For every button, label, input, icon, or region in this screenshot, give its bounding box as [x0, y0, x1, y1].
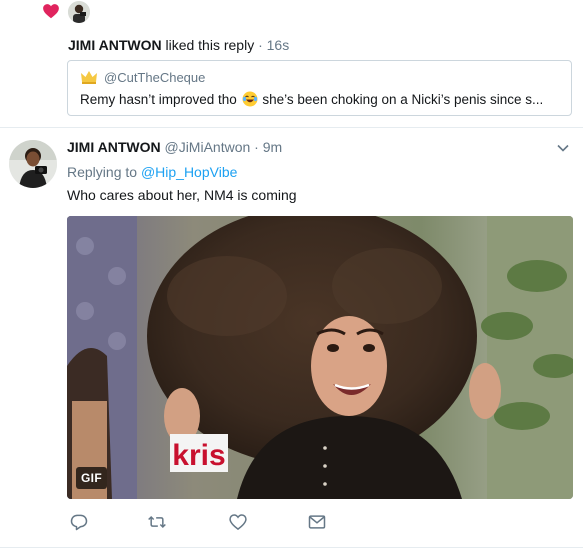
envelope-icon[interactable]	[307, 512, 327, 532]
tweet-header: JIMI ANTWON @JiMiAntwon · 9m	[67, 139, 282, 155]
tweet-time[interactable]: 9m	[263, 139, 282, 155]
liker-name[interactable]: JIMI ANTWON	[68, 37, 162, 53]
gif-media[interactable]: kris	[67, 216, 573, 499]
separator-dot: ·	[254, 139, 259, 155]
author-handle[interactable]: @JiMiAntwon	[164, 139, 250, 155]
replying-to-handle[interactable]: @Hip_HopVibe	[141, 164, 237, 180]
chevron-down-icon[interactable]	[556, 141, 570, 155]
like-icon[interactable]	[228, 512, 248, 532]
replying-to: Replying to @Hip_HopVibe	[67, 164, 237, 180]
divider	[0, 547, 583, 548]
face-with-tears-of-joy-emoji	[242, 91, 258, 107]
author-name[interactable]: JIMI ANTWON	[67, 139, 161, 155]
gif-badge: GIF	[76, 467, 107, 489]
liked-notification-text: JIMI ANTWON liked this reply · 16s	[68, 37, 289, 53]
liked-time: 16s	[266, 37, 290, 53]
heart-icon	[42, 2, 60, 20]
separator-dot: ·	[258, 37, 263, 53]
quoted-text-part-1: Remy hasn’t improved tho	[80, 92, 237, 107]
quoted-tweet-card[interactable]: @CutTheCheque Remy hasn’t improved tho s…	[67, 60, 572, 116]
divider	[0, 127, 583, 128]
crown-avatar-icon	[80, 69, 98, 85]
mini-avatar[interactable]	[68, 1, 90, 23]
retweet-icon[interactable]	[147, 512, 167, 532]
kris-logo: kris	[172, 439, 225, 472]
avatar[interactable]	[9, 140, 57, 188]
reply-icon[interactable]	[69, 512, 89, 532]
liked-action-text: liked this reply	[165, 37, 255, 53]
quoted-text: Remy hasn’t improved tho she’s been chok…	[80, 91, 565, 107]
tweet-text: Who cares about her, NM4 is coming	[67, 187, 297, 203]
quoted-text-part-2: she’s been choking on a Nicki’s penis si…	[262, 92, 544, 107]
replying-to-label: Replying to	[67, 164, 138, 180]
quoted-handle: @CutTheCheque	[104, 70, 206, 85]
